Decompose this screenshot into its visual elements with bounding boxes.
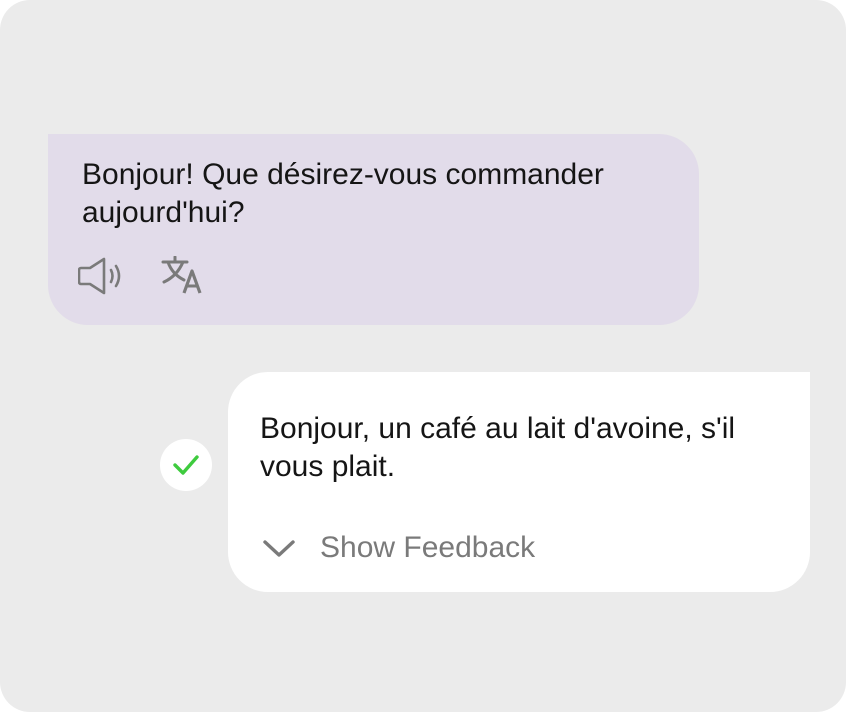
ai-message-bubble: Bonjour! Que désirez-vous commander aujo… <box>48 134 699 325</box>
translate-icon <box>161 256 202 294</box>
chevron-down-icon <box>263 540 295 557</box>
ai-message-text: Bonjour! Que désirez-vous commander aujo… <box>82 158 604 229</box>
user-message-text: Bonjour, un café au lait d'avoine, s'il … <box>260 412 736 483</box>
chat-card: Bonjour! Que désirez-vous commander aujo… <box>0 0 846 712</box>
play-audio-button[interactable] <box>78 256 126 296</box>
message-sent-indicator <box>160 439 212 491</box>
speaker-icon <box>78 257 121 295</box>
check-icon <box>173 455 199 475</box>
translate-button[interactable] <box>160 256 204 296</box>
show-feedback-label: Show Feedback <box>320 531 536 564</box>
show-feedback-button[interactable]: Show Feedback <box>262 526 535 570</box>
ai-message-actions <box>78 256 204 296</box>
user-message-bubble: Bonjour, un café au lait d'avoine, s'il … <box>228 372 810 592</box>
